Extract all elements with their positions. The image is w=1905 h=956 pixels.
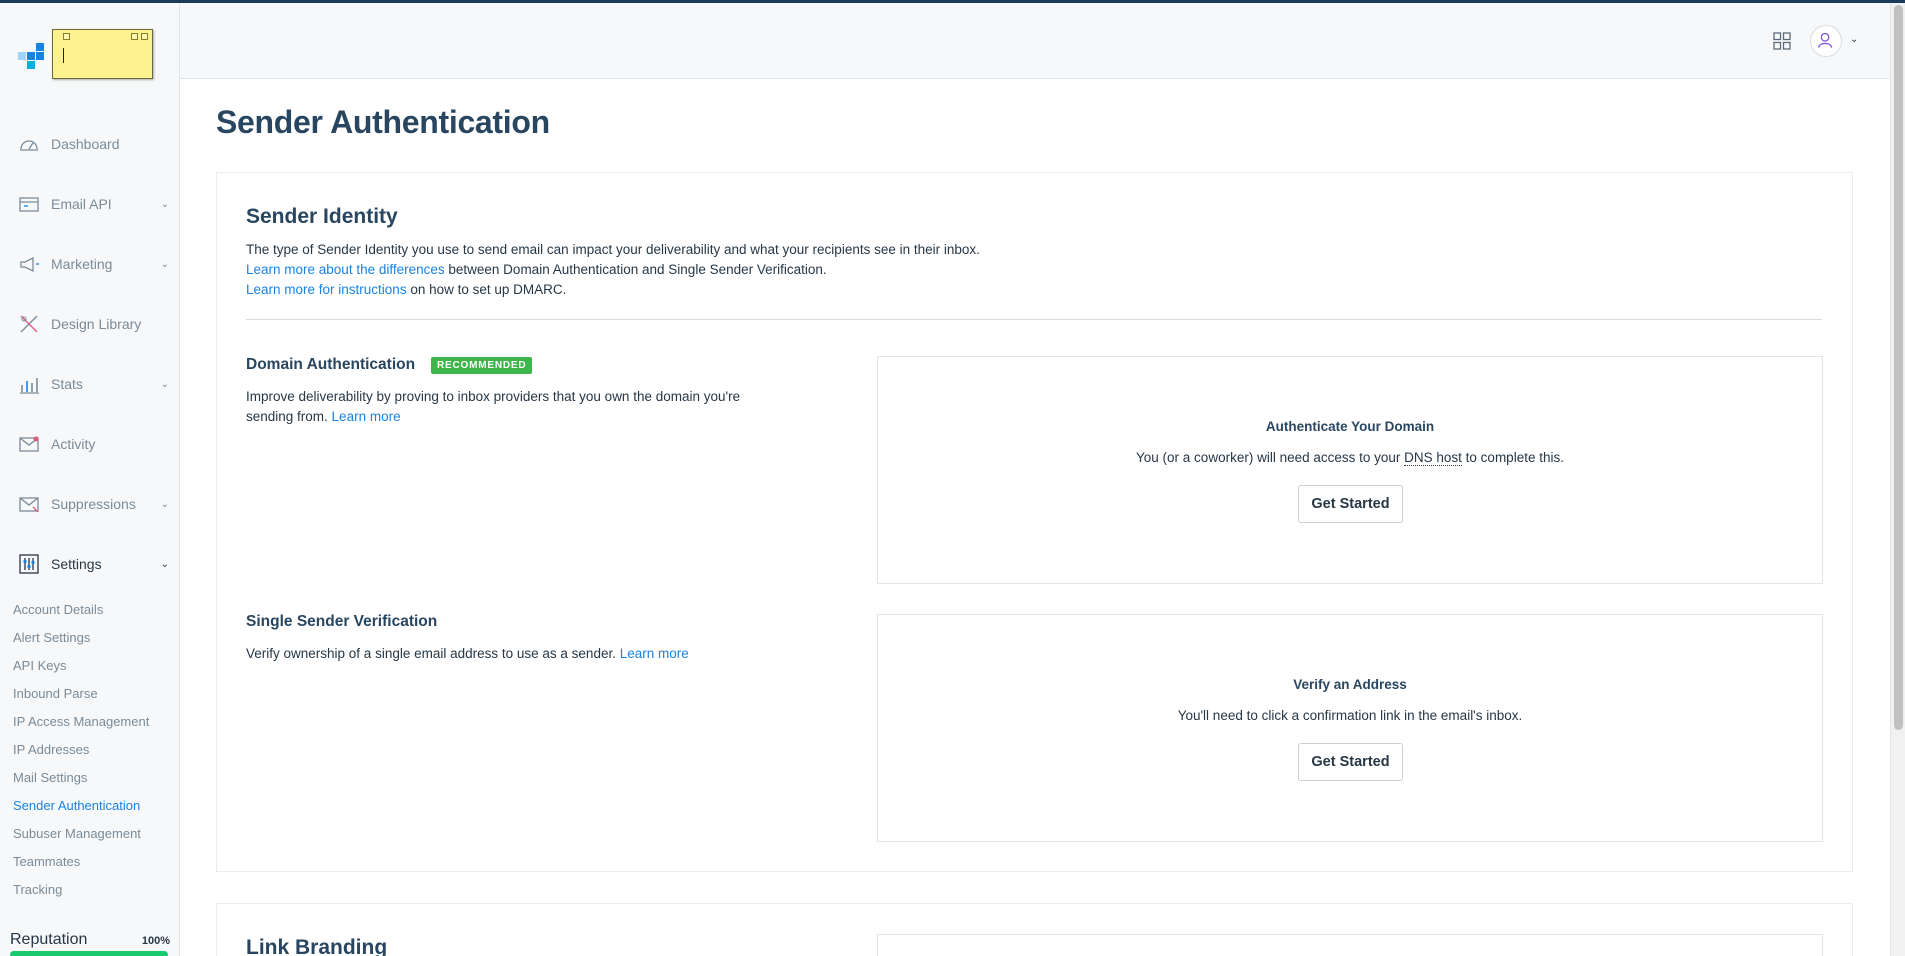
sidebar-item-label: Stats [51,376,83,392]
domain-auth-desc-line1: Improve deliverability by proving to inb… [246,389,741,404]
settings-item-mail-settings[interactable]: Mail Settings [13,770,87,788]
link-branding-heading: Link Branding [246,936,388,956]
section-divider [246,319,1822,320]
scrollbar-thumb[interactable] [1894,5,1903,730]
sidebar: Dashboard Email API ⌄ Marketing ⌄ Design Libr… [0,3,180,956]
sender-identity-intro: The type of Sender Identity you use to s… [246,242,980,257]
settings-sliders-icon [19,554,39,574]
box-desc-post: to complete this. [1461,450,1564,465]
dmarc-rest: on how to set up DMARC. [406,282,567,297]
domain-get-started-button[interactable]: Get Started [1298,485,1403,523]
account-chevron-down-icon[interactable]: ⌄ [1850,34,1858,45]
settings-item-inbound-parse[interactable]: Inbound Parse [13,686,98,704]
sidebar-item-label: Activity [51,436,96,452]
apps-grid-icon[interactable] [1773,32,1791,50]
sidebar-item-design-library[interactable]: Design Library [0,304,179,344]
sticky-note-overlay[interactable] [52,29,153,79]
sidebar-item-label: Design Library [51,316,142,332]
settings-item-subuser-management[interactable]: Subuser Management [13,826,141,844]
chevron-down-icon: ⌄ [160,498,169,510]
settings-item-ip-access-management[interactable]: IP Access Management [13,714,149,732]
dmarc-instructions-link[interactable]: Learn more for instructions [246,282,407,297]
sidebar-item-dashboard[interactable]: Dashboard [0,124,179,164]
reputation-label: Reputation [10,931,88,948]
single-sender-heading: Single Sender Verification [246,613,438,630]
sidebar-item-label: Settings [51,556,102,572]
top-header [180,3,1890,79]
authenticate-domain-box: Authenticate Your Domain You (or a cowor… [877,356,1823,584]
authenticate-domain-desc: You (or a coworker) will need access to … [878,450,1822,466]
dmarc-line: Learn more for instructions on how to se… [246,282,566,297]
note-close-icon[interactable] [141,33,148,40]
link-branding-box [877,934,1823,956]
domain-auth-desc: Improve deliverability by proving to inb… [246,387,740,427]
settings-item-account-details[interactable]: Account Details [13,602,103,620]
sidebar-item-label: Email API [51,196,112,212]
reputation-bar [10,951,168,956]
domain-auth-learn-more-link[interactable]: Learn more [332,409,401,424]
chevron-down-icon: ⌄ [160,258,169,270]
dashboard-gauge-icon [20,140,38,151]
chevron-down-icon: ⌄ [160,558,169,570]
learn-differences-link[interactable]: Learn more about the differences [246,262,445,277]
sidebar-item-label: Marketing [51,256,113,272]
differences-rest: between Domain Authentication and Single… [444,262,827,277]
sidebar-item-label: Suppressions [51,496,136,512]
page-title: Sender Authentication [216,104,550,140]
sidebar-item-marketing[interactable]: Marketing ⌄ [0,244,179,284]
sender-get-started-button[interactable]: Get Started [1298,743,1403,781]
text-cursor [63,48,64,63]
user-avatar-icon[interactable] [1810,25,1842,57]
email-api-icon [19,197,39,212]
sidebar-item-email-api[interactable]: Email API ⌄ [0,184,179,224]
chevron-down-icon: ⌄ [160,198,169,210]
authenticate-domain-title: Authenticate Your Domain [1265,419,1435,434]
sender-identity-heading: Sender Identity [246,205,398,228]
sidebar-item-settings[interactable]: Settings ⌄ [0,544,179,584]
page-scrollbar[interactable] [1890,3,1905,956]
settings-item-tracking[interactable]: Tracking [13,882,62,900]
settings-item-alert-settings[interactable]: Alert Settings [13,630,90,648]
settings-item-sender-authentication[interactable]: Sender Authentication [13,798,140,816]
note-resize-icon[interactable] [131,33,138,40]
chevron-down-icon: ⌄ [160,378,169,390]
note-handle-icon[interactable] [63,33,70,40]
sidebar-item-activity[interactable]: Activity [0,424,179,464]
verify-address-box: Verify an Address You'll need to click a… [877,614,1823,842]
megaphone-icon [20,256,39,273]
sidebar-item-label: Dashboard [51,136,120,152]
design-tools-icon [20,315,38,333]
sendgrid-logo-icon[interactable] [18,43,44,69]
single-sender-learn-more-link[interactable]: Learn more [620,646,689,661]
domain-auth-heading: Domain Authentication [246,356,416,373]
differences-line: Learn more about the differences between… [246,262,827,277]
settings-item-api-keys[interactable]: API Keys [13,658,66,676]
reputation-value: 100% [141,935,170,947]
reputation-bar-fill [10,951,168,956]
recommended-badge: RECOMMENDED [431,357,533,374]
box-desc-pre: You (or a coworker) will need access to … [1136,450,1405,465]
dns-host-tooltip[interactable]: DNS host [1404,450,1462,466]
sidebar-item-stats[interactable]: Stats ⌄ [0,364,179,404]
suppressions-icon [19,497,39,513]
domain-auth-desc-line2: sending from. [246,409,332,424]
sidebar-item-suppressions[interactable]: Suppressions ⌄ [0,484,179,524]
settings-item-ip-addresses[interactable]: IP Addresses [13,742,89,760]
single-sender-desc: Verify ownership of a single email addre… [246,644,689,664]
verify-address-title: Verify an Address [1293,677,1407,692]
settings-item-teammates[interactable]: Teammates [13,854,80,872]
single-sender-desc-text: Verify ownership of a single email addre… [246,646,620,661]
activity-envelope-icon [19,436,39,452]
bar-chart-icon [20,378,39,394]
verify-address-desc: You'll need to click a confirmation link… [1177,708,1523,723]
